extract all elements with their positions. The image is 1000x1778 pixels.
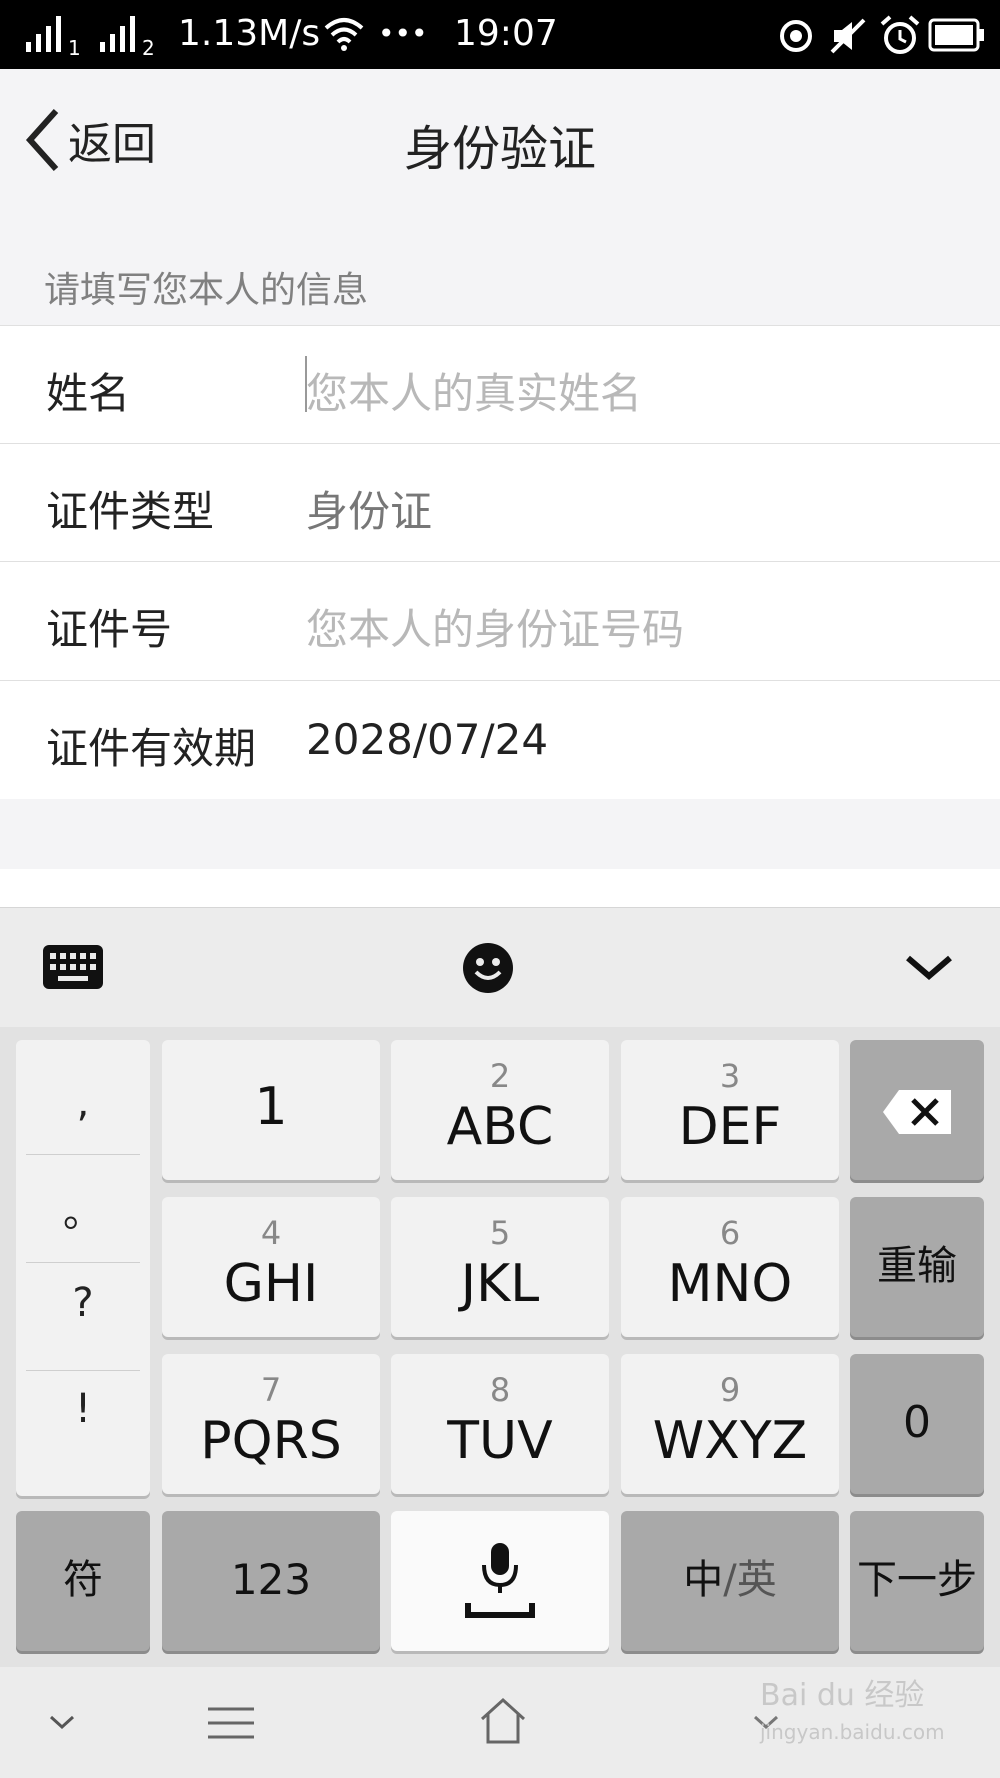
collapse-keyboard-icon[interactable] <box>904 952 954 982</box>
sim2-label: 2 <box>142 36 155 60</box>
voice-space-key[interactable] <box>391 1511 609 1651</box>
numeric-label: 123 <box>230 1555 312 1604</box>
sim1-label: 1 <box>68 36 81 60</box>
key-8-tuv[interactable]: 8 TUV <box>391 1354 609 1494</box>
id-type-label: 证件类型 <box>46 487 215 536</box>
signal-icon-sim1 <box>26 14 66 52</box>
hide-keyboard-icon[interactable] <box>48 1713 76 1731</box>
key-3-number: 3 <box>719 1057 741 1095</box>
reenter-key[interactable]: 重输 <box>850 1197 984 1337</box>
keyboard-toolbar <box>0 907 1000 1027</box>
mute-icon <box>830 18 866 54</box>
signal-icon-sim2 <box>100 14 140 52</box>
key-9-number: 9 <box>719 1371 741 1409</box>
id-number-input[interactable]: 您本人的身份证号码 <box>306 596 684 657</box>
key-9-letters: WXYZ <box>652 1411 808 1471</box>
id-type-row[interactable]: 证件类型 身份证 <box>0 443 1000 561</box>
key-2-abc[interactable]: 2 ABC <box>391 1040 609 1180</box>
key-4-letters: GHI <box>223 1254 319 1314</box>
punctuation-column: , 。 ? ! <box>16 1040 150 1496</box>
battery-icon <box>928 18 984 52</box>
key-7-number: 7 <box>260 1371 282 1409</box>
emoji-icon[interactable] <box>462 942 514 994</box>
baidu-jingyan-watermark: Bai du 经验 jingyan.baidu.com <box>760 1670 945 1744</box>
divider <box>26 1370 140 1371</box>
key-6-letters: MNO <box>667 1254 793 1314</box>
wifi-icon <box>324 18 364 51</box>
alarm-icon <box>880 15 920 54</box>
lang-separator: / <box>723 1557 737 1603</box>
location-icon <box>780 20 812 52</box>
key-0[interactable]: 0 <box>850 1354 984 1494</box>
id-expiry-row[interactable]: 证件有效期 2028/07/24 <box>0 680 1000 798</box>
key-question[interactable]: ? <box>26 1280 140 1326</box>
key-8-letters: TUV <box>447 1411 553 1471</box>
key-0-label: 0 <box>903 1397 931 1448</box>
watermark-url: jingyan.baidu.com <box>760 1720 945 1744</box>
nav-header: 返回 身份验证 <box>0 69 1000 209</box>
key-2-letters: ABC <box>446 1097 554 1157</box>
menu-icon[interactable] <box>206 1705 256 1741</box>
backspace-key[interactable] <box>850 1040 984 1180</box>
name-input[interactable]: 您本人的真实姓名 <box>306 360 642 421</box>
key-3-def[interactable]: 3 DEF <box>621 1040 839 1180</box>
name-field-row[interactable]: 姓名 您本人的真实姓名 <box>0 325 1000 443</box>
network-speed: 1.13M/s <box>178 13 321 54</box>
home-icon[interactable] <box>478 1697 528 1745</box>
symbols-label: 符 <box>63 1557 103 1603</box>
divider <box>26 1154 140 1155</box>
id-number-label: 证件号 <box>46 605 173 654</box>
language-switch-key[interactable]: 中/英 <box>621 1511 839 1651</box>
divider <box>26 1262 140 1263</box>
status-bar: 1 2 1.13M/s ••• 19:07 <box>0 0 1000 69</box>
more-dots: ••• <box>378 17 428 50</box>
id-type-select[interactable]: 身份证 <box>306 478 432 539</box>
key-5-number: 5 <box>489 1214 511 1252</box>
key-5-jkl[interactable]: 5 JKL <box>391 1197 609 1337</box>
next-step-key[interactable]: 下一步 <box>850 1511 984 1651</box>
key-7-letters: PQRS <box>200 1411 342 1471</box>
watermark-brand: Bai du 经验 <box>760 1678 925 1713</box>
section-label: 请填写您本人的信息 <box>44 270 369 311</box>
lang-cn-label: 中 <box>683 1557 724 1603</box>
form-continuation <box>0 869 1000 907</box>
key-5-letters: JKL <box>460 1254 540 1314</box>
name-label: 姓名 <box>46 369 131 418</box>
form-section-header: 请填写您本人的信息 <box>0 209 1000 325</box>
key-8-number: 8 <box>489 1371 511 1409</box>
key-comma[interactable]: , <box>26 1080 140 1126</box>
key-4-number: 4 <box>260 1214 282 1252</box>
id-expiry-label: 证件有效期 <box>46 724 257 773</box>
lang-en-label: 英 <box>736 1557 777 1603</box>
key-3-letters: DEF <box>678 1097 782 1157</box>
id-number-row[interactable]: 证件号 您本人的身份证号码 <box>0 561 1000 679</box>
key-6-mno[interactable]: 6 MNO <box>621 1197 839 1337</box>
form-spacer <box>0 799 1000 869</box>
symbols-key[interactable]: 符 <box>16 1511 150 1651</box>
page-title: 身份验证 <box>403 121 596 177</box>
backspace-icon <box>883 1090 951 1134</box>
key-9-wxyz[interactable]: 9 WXYZ <box>621 1354 839 1494</box>
reenter-label: 重输 <box>877 1243 957 1289</box>
key-7-pqrs[interactable]: 7 PQRS <box>162 1354 380 1494</box>
key-6-number: 6 <box>719 1214 741 1252</box>
keyboard-icon[interactable] <box>42 944 104 990</box>
key-period[interactable]: 。 <box>26 1180 140 1238</box>
id-expiry-value[interactable]: 2028/07/24 <box>306 715 548 764</box>
key-exclamation[interactable]: ! <box>26 1386 140 1432</box>
next-step-label: 下一步 <box>857 1557 977 1603</box>
microphone-icon <box>465 1543 535 1618</box>
key-1-label: 1 <box>254 1077 288 1137</box>
key-1[interactable]: 1 <box>162 1040 380 1180</box>
numeric-key[interactable]: 123 <box>162 1511 380 1651</box>
key-4-ghi[interactable]: 4 GHI <box>162 1197 380 1337</box>
clock: 19:07 <box>454 13 558 54</box>
key-2-number: 2 <box>489 1057 511 1095</box>
